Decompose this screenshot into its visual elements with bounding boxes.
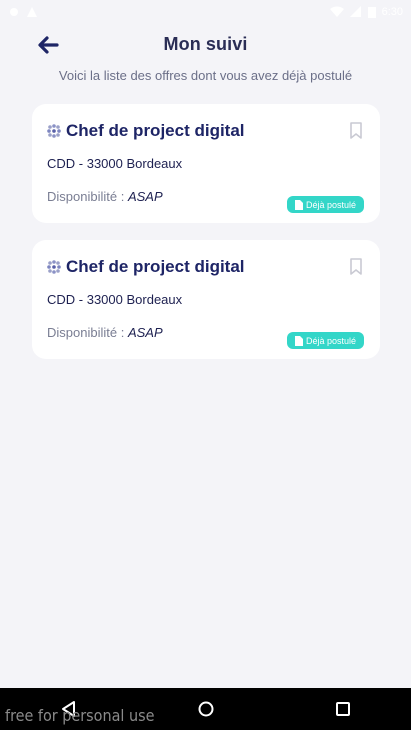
page-title: Mon suivi: [163, 34, 248, 54]
applied-badge: Déjà postulé: [287, 196, 364, 213]
applied-badge-label: Déjà postulé: [305, 335, 357, 346]
document-icon: [294, 335, 303, 346]
availability-value: ASAP: [127, 189, 163, 204]
availability: Disponibilité : ASAP: [47, 325, 163, 340]
notification-icon: [10, 8, 18, 16]
availability-label: Disponibilité :: [47, 325, 125, 340]
availability-label: Disponibilité :: [47, 189, 125, 204]
nav-home-button[interactable]: [191, 694, 221, 724]
bookmark-icon[interactable]: [349, 258, 363, 276]
header: Mon suivi: [0, 30, 411, 60]
battery-icon: [367, 7, 376, 18]
job-title: Chef de project digital: [66, 257, 245, 276]
status-right: 6:30: [329, 6, 403, 18]
watermark: free for personal use: [5, 706, 155, 725]
square-recents-icon: [335, 702, 350, 716]
page-subtitle: Voici la liste des offres dont vous avez…: [58, 68, 353, 83]
company-logo-icon: [47, 260, 61, 274]
availability: Disponibilité : ASAP: [47, 189, 163, 204]
availability-value: ASAP: [127, 325, 163, 340]
wifi-icon: [329, 6, 344, 17]
job-contract-location: CDD - 33000 Bordeaux: [47, 156, 183, 171]
offer-card[interactable]: Chef de project digital CDD - 33000 Bord…: [32, 104, 380, 223]
job-title: Chef de project digital: [66, 121, 245, 140]
status-time: 6:30: [381, 6, 403, 18]
company-logo-icon: [47, 124, 61, 138]
nav-recents-button[interactable]: [328, 694, 358, 724]
status-bar: 6:30: [0, 0, 411, 24]
status-left: [8, 6, 38, 18]
warning-icon: [27, 7, 37, 17]
applied-badge-label: Déjà postulé: [305, 199, 357, 210]
signal-icon: [349, 6, 361, 17]
offer-card[interactable]: Chef de project digital CDD - 33000 Bord…: [32, 240, 380, 359]
job-contract-location: CDD - 33000 Bordeaux: [47, 292, 183, 307]
applied-badge: Déjà postulé: [287, 332, 364, 349]
bookmark-icon[interactable]: [349, 122, 363, 140]
circle-home-icon: [198, 701, 213, 717]
document-icon: [294, 199, 303, 210]
